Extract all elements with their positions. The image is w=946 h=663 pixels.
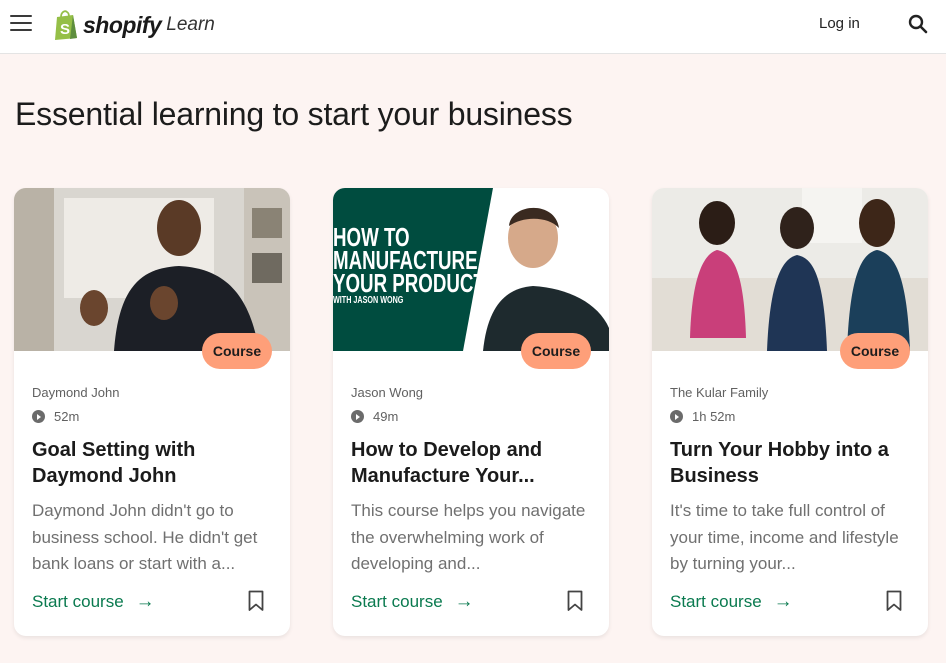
top-navigation-bar: S shopify Learn Log in [0, 0, 946, 54]
course-title[interactable]: Goal Setting with Daymond John [32, 437, 277, 489]
course-badge: Course [840, 333, 910, 369]
start-course-button[interactable]: Start course → [670, 591, 793, 613]
arrow-right-icon: → [135, 591, 155, 612]
thumbnail-overlay-text: HOW TO MANUFACTURE YOUR PRODUCT WITH JAS… [333, 224, 485, 306]
start-course-label: Start course [670, 592, 762, 611]
course-author: Jason Wong [351, 385, 424, 400]
course-author: Daymond John [32, 385, 120, 400]
svg-text:S: S [60, 21, 70, 38]
bookmark-icon[interactable] [886, 590, 902, 612]
bookmark-icon[interactable] [567, 590, 583, 612]
start-course-label: Start course [32, 592, 124, 611]
duration-text: 49m [373, 409, 399, 424]
thumbnail-line: YOUR PRODUCT [333, 268, 485, 298]
course-thumbnail [652, 188, 928, 351]
course-badge: Course [521, 333, 591, 369]
arrow-right-icon: → [454, 591, 474, 612]
play-icon [670, 410, 683, 423]
course-title[interactable]: How to Develop and Manufacture Your... [351, 437, 596, 489]
play-icon [351, 410, 364, 423]
course-duration: 1h 52m [670, 409, 735, 424]
duration-text: 52m [54, 409, 80, 424]
start-course-label: Start course [351, 592, 443, 611]
section-title: Essential learning to start your busines… [15, 96, 573, 132]
duration-text: 1h 52m [692, 409, 736, 424]
hamburger-menu-icon[interactable] [10, 14, 32, 32]
course-thumbnail: HOW TO MANUFACTURE YOUR PRODUCT WITH JAS… [333, 188, 609, 351]
login-link[interactable]: Log in [819, 15, 860, 32]
play-icon [32, 410, 45, 423]
course-title[interactable]: Turn Your Hobby into a Business [670, 437, 915, 489]
logo-wordmark: shopify [83, 11, 162, 38]
start-course-button[interactable]: Start course → [351, 591, 474, 613]
course-badge: Course [202, 333, 272, 369]
arrow-right-icon: → [773, 591, 793, 612]
course-card[interactable]: Course Daymond John 52m Goal Setting wit… [14, 188, 290, 636]
shopify-bag-icon: S [55, 10, 77, 40]
start-course-button[interactable]: Start course → [32, 591, 155, 613]
course-duration: 49m [351, 409, 398, 424]
course-duration: 52m [32, 409, 79, 424]
search-icon[interactable] [907, 13, 929, 35]
course-thumbnail [14, 188, 290, 351]
course-card[interactable]: HOW TO MANUFACTURE YOUR PRODUCT WITH JAS… [333, 188, 609, 636]
logo-suffix: Learn [166, 14, 215, 35]
course-description: This course helps you navigate the overw… [351, 501, 586, 573]
bookmark-icon[interactable] [248, 590, 264, 612]
course-author: The Kular Family [670, 385, 769, 400]
course-description: It's time to take full control of your t… [670, 501, 899, 573]
shopify-learn-logo[interactable]: S shopify Learn [53, 8, 215, 42]
course-card[interactable]: Course The Kular Family 1h 52m Turn Your… [652, 188, 928, 636]
course-description: Daymond John didn't go to business schoo… [32, 501, 258, 573]
